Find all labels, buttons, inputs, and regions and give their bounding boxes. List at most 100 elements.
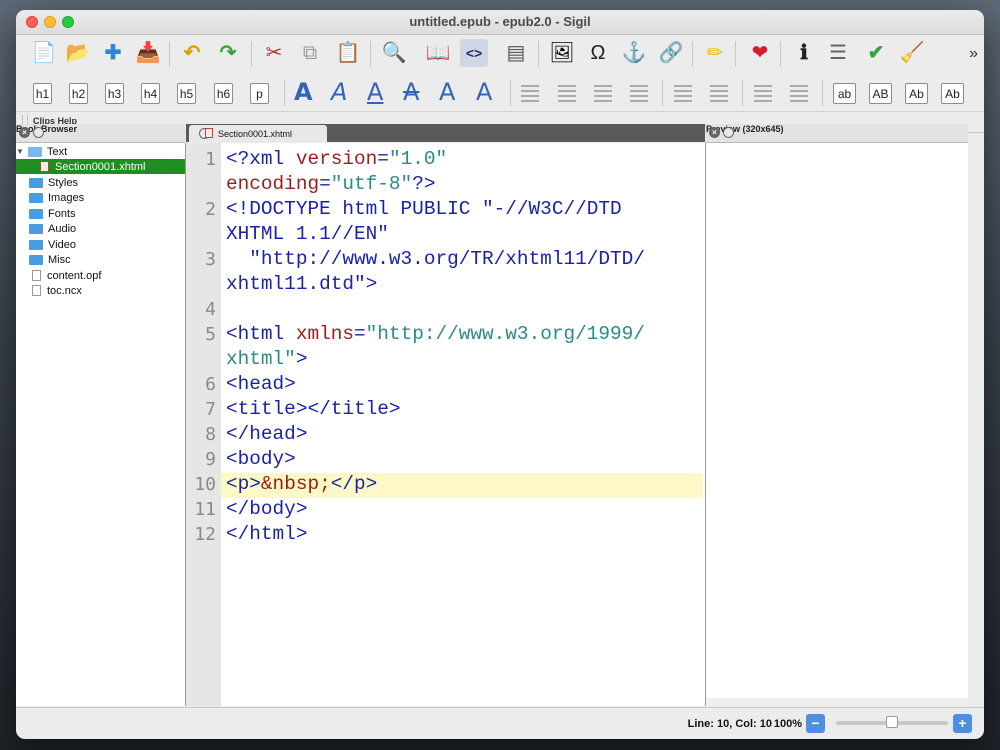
copy-icon[interactable]: ⧉ [296,39,324,67]
zoom-out-button[interactable]: − [806,714,825,733]
code-editor[interactable]: 1 <?xml version="1.0" encoding="utf-8"?>… [186,143,706,706]
superscript-icon[interactable]: A [476,78,492,106]
code-text: <head> [226,373,296,395]
strikethrough-icon[interactable]: A [403,78,419,106]
folder-icon [29,239,43,250]
book-browser-tree: ▼ Text Section0001.xhtml Styles Images F… [16,143,186,706]
heart-icon[interactable]: ❤ [746,39,774,67]
redo-icon[interactable]: ↷ [214,39,242,67]
toolbar-separator [169,41,170,67]
pencil-icon[interactable]: ✏ [701,39,729,67]
book-view-icon[interactable]: 📖 [424,39,452,67]
toolbar-separator [370,41,371,67]
italic-icon[interactable]: A [331,78,347,106]
info-icon[interactable]: ℹ [790,39,818,67]
underline-icon[interactable]: A [367,78,383,106]
bullet-list-icon[interactable] [672,82,694,104]
code-text: <body> [226,448,296,470]
float-panel-icon[interactable] [33,127,44,138]
numbered-list-icon[interactable] [708,82,730,104]
capitalize-button[interactable]: Ab [941,83,964,104]
tree-file-section0001[interactable]: Section0001.xhtml [16,159,185,174]
code-line: 6 <head> [186,372,705,397]
close-panel-icon[interactable]: × [19,127,30,138]
heading-3-button[interactable]: h3 [105,83,124,104]
bold-icon[interactable]: A [294,78,313,106]
zoom-in-button[interactable]: + [953,714,972,733]
heading-2-button[interactable]: h2 [69,83,88,104]
anchor-icon[interactable]: ⚓ [620,39,648,67]
float-panel-icon[interactable] [723,127,734,138]
clean-icon[interactable]: 🧹 [898,39,926,67]
special-character-icon[interactable]: Ω [584,39,612,67]
line-number: 2 [205,199,216,220]
line-number: 5 [205,324,216,345]
undo-icon[interactable]: ↶ [178,39,206,67]
zoom-slider-thumb[interactable] [886,716,898,728]
new-file-icon[interactable]: 📄 [30,39,58,67]
tree-folder-text[interactable]: ▼ Text [16,144,185,159]
titlecase-button[interactable]: Ab [905,83,928,104]
subscript-icon[interactable]: A [439,78,455,106]
find-icon[interactable]: 🔍 [380,39,408,67]
tree-folder-styles[interactable]: Styles [29,175,78,190]
code-text: <?xml version="1.0" [226,148,448,170]
tree-item-label: Text [47,145,68,158]
spellcheck-icon[interactable]: ✔ [862,39,890,67]
heading-5-button[interactable]: h5 [177,83,196,104]
tree-folder-images[interactable]: Images [29,190,84,205]
code-text: encoding="utf-8"?> [226,173,436,195]
close-panel-icon[interactable]: × [709,127,720,138]
tree-folder-video[interactable]: Video [29,237,76,252]
heading-1-button[interactable]: h1 [33,83,52,104]
toolbar-separator [692,41,693,67]
code-text: <title></title> [226,398,401,420]
toolbar-separator [251,41,252,67]
preview-pane[interactable] [706,143,968,706]
toolbar-separator [538,41,539,67]
folder-icon [29,254,43,265]
toc-icon[interactable]: ☰ [824,39,852,67]
code-text: </html> [226,523,308,545]
increase-indent-icon[interactable] [788,82,810,104]
insert-image-icon[interactable]: 🖼 [548,39,576,67]
link-icon[interactable]: 🔗 [657,39,685,67]
tree-folder-audio[interactable]: Audio [29,221,76,236]
cut-icon[interactable]: ✂ [260,39,288,67]
tab-section0001[interactable]: Section0001.xhtml [189,125,327,142]
code-text: </head> [226,423,308,445]
tree-item-label: Video [48,238,76,251]
code-text: <!DOCTYPE html PUBLIC "-//W3C//DTD [226,198,622,220]
code-line: 1 <?xml version="1.0" [186,147,705,172]
tree-file-content-opf[interactable]: content.opf [32,268,101,283]
toolbar-overflow-icon[interactable]: » [969,45,978,63]
align-center-icon[interactable] [556,82,578,104]
tree-item-label: Fonts [48,207,76,220]
save-icon[interactable]: 📥 [134,39,162,67]
split-view-icon[interactable]: ▤ [502,39,530,67]
open-file-icon[interactable]: 📂 [64,39,92,67]
toolbar-separator [735,41,736,67]
align-right-icon[interactable] [592,82,614,104]
cursor-position: Line: 10, Col: 10 [687,718,772,730]
toolbar-separator [742,80,743,106]
code-view-icon[interactable]: <> [460,39,488,67]
tree-folder-misc[interactable]: Misc [29,252,71,267]
lowercase-button[interactable]: ab [833,83,856,104]
paragraph-button[interactable]: p [250,83,269,104]
expand-arrow-icon[interactable]: ▼ [16,147,28,156]
align-left-icon[interactable] [519,82,541,104]
tree-folder-fonts[interactable]: Fonts [29,206,76,221]
uppercase-button[interactable]: AB [869,83,892,104]
align-justify-icon[interactable] [628,82,650,104]
format-toolbar: h1 h2 h3 h4 h5 h6 p A A A A A A ab AB Ab… [16,74,984,112]
heading-4-button[interactable]: h4 [141,83,160,104]
preview-scrollbar[interactable] [706,698,968,706]
decrease-indent-icon[interactable] [752,82,774,104]
tree-file-toc-ncx[interactable]: toc.ncx [32,283,82,298]
zoom-slider[interactable] [836,716,948,728]
paste-icon[interactable]: 📋 [334,39,362,67]
heading-6-button[interactable]: h6 [214,83,233,104]
add-file-icon[interactable]: ✚ [99,39,127,67]
tree-item-label: Images [48,191,85,204]
